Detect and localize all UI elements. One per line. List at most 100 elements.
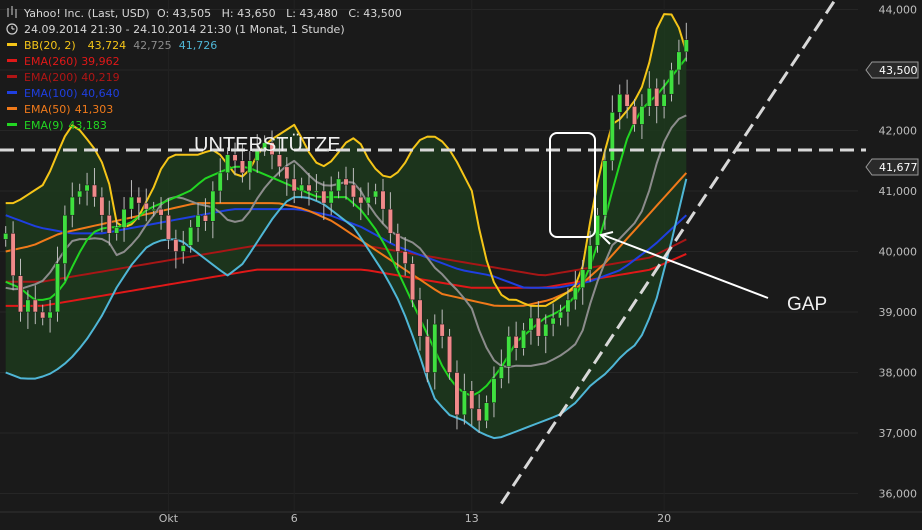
candle-body	[498, 366, 504, 379]
legend-swatch	[7, 43, 17, 46]
candle-body	[217, 172, 223, 192]
candle-body	[180, 245, 186, 252]
candle-body	[106, 214, 112, 234]
legend-swatch	[7, 123, 17, 126]
candle-body	[47, 311, 53, 319]
candle-body	[173, 239, 179, 252]
candle-body	[40, 311, 46, 319]
candle-body	[417, 299, 423, 337]
y-tick-label: 40,000	[879, 246, 918, 259]
candle-body	[202, 214, 208, 222]
candle-body	[69, 196, 75, 216]
candle-body	[328, 190, 334, 204]
legend-value: 39,962	[81, 55, 120, 68]
candle-body	[3, 233, 9, 240]
candle-body	[336, 178, 342, 192]
candle-body	[225, 154, 231, 174]
candle-body	[299, 184, 305, 192]
candle-body	[136, 196, 142, 204]
candle-body	[365, 196, 371, 204]
candle-body	[654, 87, 660, 107]
support-price-text: 41,677	[879, 161, 918, 174]
last-price-tag: 43,500	[865, 61, 919, 79]
candle-body	[410, 263, 416, 301]
candle-body	[491, 378, 497, 403]
candle-body	[121, 208, 127, 228]
candle-body	[343, 178, 349, 186]
candle-body	[99, 196, 105, 216]
candle-body	[195, 214, 201, 228]
y-tick-label: 38,000	[879, 367, 918, 380]
candle-body	[432, 323, 438, 373]
x-tick-label: 20	[657, 512, 671, 525]
candle-body	[380, 190, 386, 210]
candle-body	[32, 299, 38, 313]
support-label: UNTERSTÜTZE	[194, 134, 341, 156]
candle-body	[632, 106, 637, 125]
candle-body	[447, 335, 453, 373]
legend-value: 43,724	[88, 39, 127, 52]
candle-body	[624, 93, 630, 107]
y-tick-label: 41,000	[879, 185, 918, 198]
candle-body	[84, 184, 90, 192]
x-tick-label: 6	[291, 512, 298, 525]
candle-body	[424, 335, 430, 373]
candle-body	[454, 372, 460, 416]
price-chart: UNTERSTÜTZE GAP 36,000 37,000 38,000 39,000…	[0, 0, 922, 530]
candle-body	[128, 196, 134, 210]
candle-body	[143, 202, 149, 210]
candle-body	[373, 190, 379, 198]
candle-body	[506, 335, 512, 367]
candle-body	[158, 208, 164, 216]
candle-body	[528, 317, 534, 331]
y-tick-label: 44,000	[879, 4, 918, 17]
legend-value: 43,183	[68, 119, 107, 132]
x-tick-label: 13	[465, 512, 479, 525]
candle-body	[387, 208, 393, 234]
support-price-tag: 41,677	[865, 158, 919, 176]
candle-body	[313, 190, 319, 193]
candle-body	[587, 245, 593, 270]
y-tick-label: 39,000	[879, 306, 918, 319]
gap-label: GAP	[787, 294, 827, 315]
candle-body	[521, 329, 527, 349]
candle-body	[558, 311, 564, 319]
candle-body	[439, 323, 445, 337]
legend-swatch	[7, 107, 17, 110]
candle-body	[676, 51, 682, 71]
candle-body	[358, 196, 364, 204]
candle-body	[476, 408, 482, 422]
y-tick-label: 36,000	[879, 488, 918, 501]
legend-value: 41,726	[179, 39, 218, 52]
candle-body	[291, 178, 297, 192]
candle-body	[661, 93, 667, 107]
candle-body	[602, 160, 608, 216]
candle-body	[62, 214, 68, 264]
period-text: 24.09.2014 21:30 - 24.10.2014 21:30 (1 M…	[24, 23, 345, 36]
instrument-name: Yahoo! Inc. (Last, USD)	[23, 7, 150, 20]
legend-swatch	[7, 59, 17, 62]
candle-body	[513, 335, 519, 349]
candle-body	[55, 263, 60, 313]
legend-label: EMA(200)	[24, 71, 78, 84]
candle-body	[535, 317, 541, 337]
candle-body	[276, 154, 282, 168]
candle-body	[151, 208, 157, 211]
candle-body	[543, 323, 549, 337]
candle-body	[210, 190, 216, 222]
candle-body	[683, 39, 689, 53]
candle-body	[609, 112, 615, 161]
candle-body	[165, 214, 171, 240]
ohlc-values: O: 43,505 H: 43,650 L: 43,480 C: 43,500	[157, 7, 402, 20]
candle-body	[395, 233, 401, 252]
candle-body	[617, 93, 623, 113]
candle-body	[188, 227, 194, 246]
candle-body	[77, 190, 83, 198]
candle-body	[669, 69, 674, 95]
candle-body	[25, 299, 31, 313]
y-tick-label: 42,000	[879, 125, 918, 138]
candle-body	[10, 233, 16, 276]
chart-root: UNTERSTÜTZE GAP 36,000 37,000 38,000 39,000…	[0, 0, 922, 530]
candle-body	[639, 106, 645, 125]
candle-body	[247, 160, 253, 174]
